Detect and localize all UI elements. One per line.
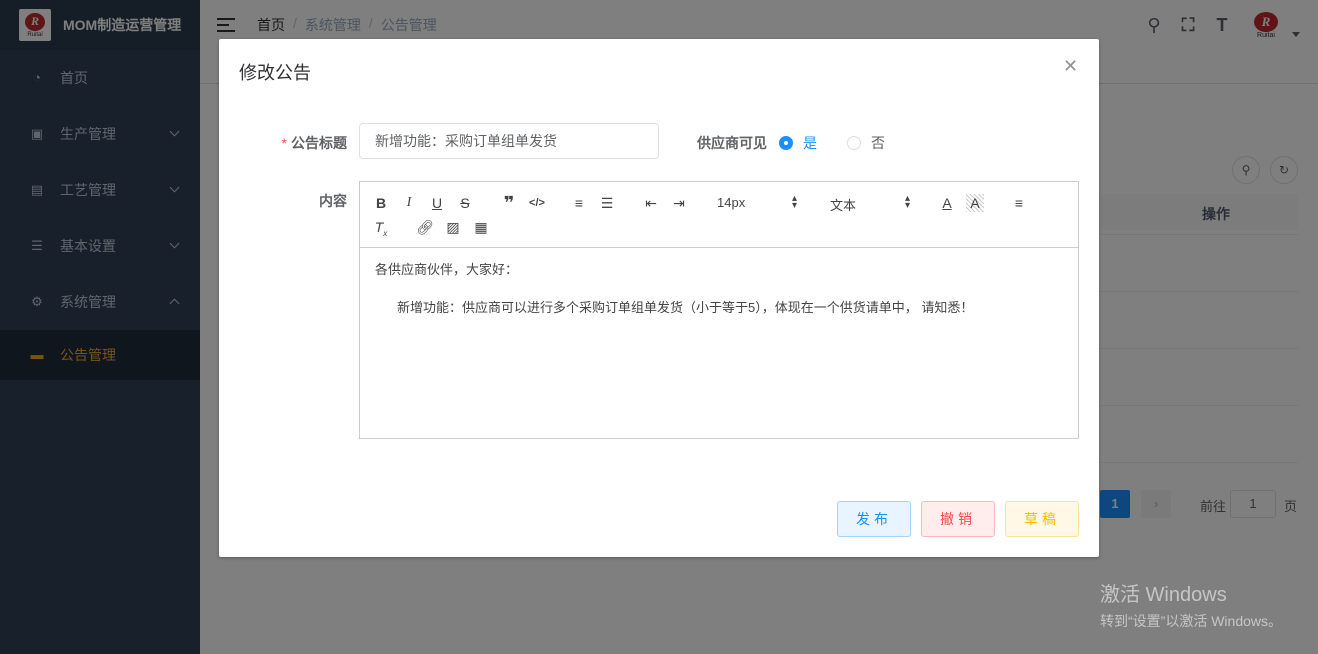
radio-checked-icon xyxy=(779,136,793,150)
dialog-title: 修改公告 xyxy=(239,63,311,83)
italic-icon[interactable]: I xyxy=(400,194,418,212)
video-icon[interactable]: ▦ xyxy=(472,218,490,236)
rich-text-editor: B I U S ❞ </> ≡ ☰ ⇤ ⇥ 14px ▴ ▾ 文本 ▴ ▾ A A … xyxy=(359,181,1079,439)
code-block-icon[interactable]: </> xyxy=(528,194,546,212)
blockquote-icon[interactable]: ❞ xyxy=(500,194,518,212)
outdent-icon[interactable]: ⇤ xyxy=(642,194,660,212)
editor-toolbar: B I U S ❞ </> ≡ ☰ ⇤ ⇥ 14px ▴ ▾ 文本 ▴ ▾ A A … xyxy=(360,182,1078,248)
bold-icon[interactable]: B xyxy=(372,194,390,212)
windows-watermark: 激活 Windows 转到“设置”以激活 Windows。 xyxy=(1100,584,1283,629)
editor-content[interactable]: 各供应商伙伴，大家好： 新增功能：供应商可以进行多个采购订单组单发货（小于等于5… xyxy=(360,248,1078,330)
draft-button[interactable]: 草稿 xyxy=(1005,501,1079,537)
radio-visible-no[interactable]: 否 xyxy=(847,133,885,153)
image-icon[interactable]: ▨ xyxy=(444,218,462,236)
link-icon[interactable]: 🔗︎ xyxy=(416,218,434,236)
visible-label: 供应商可见 xyxy=(697,135,767,151)
content-label: 内容 xyxy=(319,193,347,209)
announcement-title-input[interactable]: 新增功能：采购订单组单发货 xyxy=(359,123,659,159)
font-size-select[interactable]: 14px ▴ ▾ xyxy=(717,193,802,211)
content-paragraph: 新增功能：供应商可以进行多个采购订单组单发货（小于等于5），体现在一个供货请单中… xyxy=(397,300,974,315)
close-icon[interactable]: ✕ xyxy=(1063,57,1078,75)
background-color-icon[interactable]: A xyxy=(966,194,984,212)
strikethrough-icon[interactable]: S xyxy=(456,194,474,212)
block-type-select[interactable]: 文本 ▴ ▾ xyxy=(830,193,915,214)
ordered-list-icon[interactable]: ≡ xyxy=(570,194,588,212)
radio-unchecked-icon xyxy=(847,136,861,150)
align-left-icon[interactable]: ≡ xyxy=(1010,194,1028,212)
clear-format-icon[interactable]: Tx xyxy=(372,218,390,238)
publish-button[interactable]: 发布 xyxy=(837,501,911,537)
radio-visible-yes[interactable]: 是 xyxy=(779,133,817,153)
bullet-list-icon[interactable]: ☰ xyxy=(598,194,616,212)
select-arrows-icon: ▴ ▾ xyxy=(905,193,911,211)
underline-icon[interactable]: U xyxy=(428,194,446,212)
title-label: * 公告标题 xyxy=(281,135,347,151)
content-paragraph: 各供应商伙伴，大家好： xyxy=(375,262,519,277)
select-arrows-icon: ▴ ▾ xyxy=(792,193,798,211)
revoke-button[interactable]: 撤销 xyxy=(921,501,995,537)
edit-announcement-dialog: 修改公告 ✕ * 公告标题 新增功能：采购订单组单发货 供应商可见 是 否 内容 … xyxy=(219,39,1099,557)
indent-icon[interactable]: ⇥ xyxy=(670,194,688,212)
font-color-icon[interactable]: A xyxy=(938,194,956,212)
